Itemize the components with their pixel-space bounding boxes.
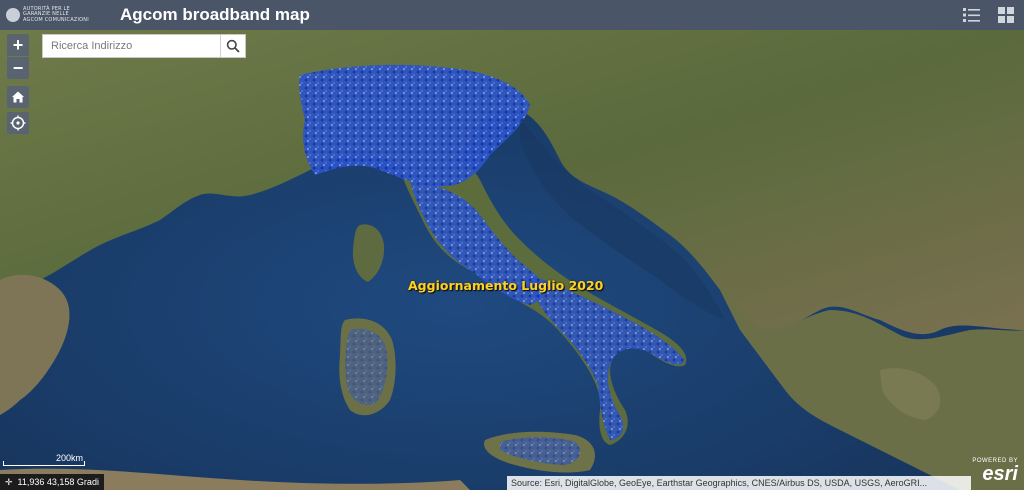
scale-bar: 200km xyxy=(3,453,85,466)
app-header: AUTORITÀ PER LE GARANZIE NELLE AGCOM COM… xyxy=(0,0,1024,30)
satellite-basemap xyxy=(0,30,1024,490)
coverage-sardinia xyxy=(345,328,388,406)
home-icon xyxy=(12,91,24,103)
map-view[interactable]: Aggiornamento Luglio 2020 xyxy=(0,30,1024,490)
app-title: Agcom broadband map xyxy=(120,5,310,24)
coordinate-display[interactable]: ✛ 11,936 43,158 Gradi xyxy=(0,474,104,490)
logo-line-3: AGCOM COMUNICAZIONI xyxy=(23,16,89,23)
emblem-icon xyxy=(6,8,20,22)
attribution-text[interactable]: Source: Esri, DigitalGlobe, GeoEye, Eart… xyxy=(507,476,971,490)
zoom-out-button[interactable]: − xyxy=(7,57,29,79)
address-search xyxy=(42,34,246,58)
grid-icon[interactable] xyxy=(996,5,1016,25)
esri-logo[interactable]: POWERED BY esri xyxy=(972,458,1018,485)
zoom-in-button[interactable]: + xyxy=(7,34,29,56)
list-icon[interactable] xyxy=(962,5,982,25)
crosshair-icon: ✛ xyxy=(5,476,13,487)
coordinate-text: 11,936 43,158 Gradi xyxy=(17,477,99,487)
home-button[interactable] xyxy=(7,86,29,108)
search-icon xyxy=(226,39,240,53)
search-input[interactable] xyxy=(43,35,221,57)
locate-icon xyxy=(10,115,26,131)
agcom-logo: AUTORITÀ PER LE GARANZIE NELLE AGCOM COM… xyxy=(6,2,102,28)
locate-button[interactable] xyxy=(7,112,29,134)
scale-line xyxy=(3,461,85,466)
update-label: Aggiornamento Luglio 2020 xyxy=(408,278,604,293)
esri-wordmark: esri xyxy=(982,463,1018,485)
search-button[interactable] xyxy=(220,35,245,57)
